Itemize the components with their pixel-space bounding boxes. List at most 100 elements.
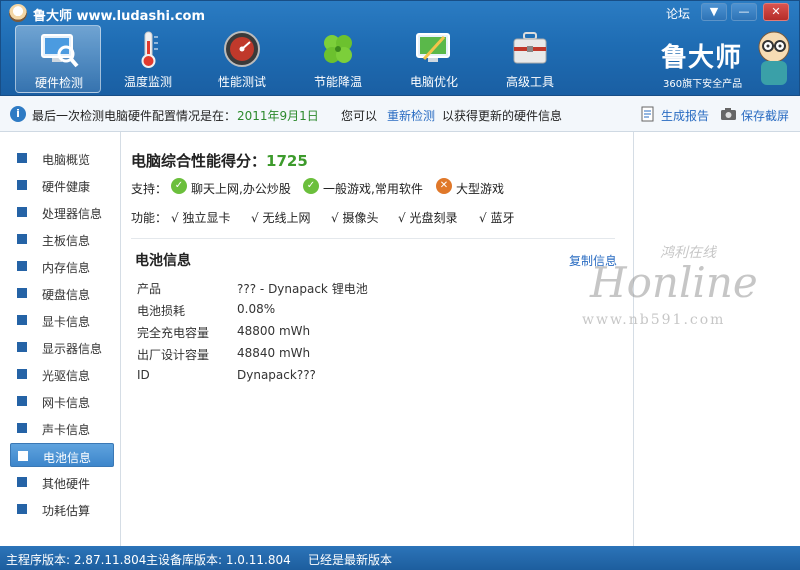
info-key: 产品 xyxy=(137,282,162,296)
check-icon: ✓ xyxy=(171,178,187,194)
right-panel xyxy=(633,132,800,546)
tool-label: 电脑优化 xyxy=(409,75,458,89)
thermometer-icon xyxy=(141,31,158,68)
bullet-icon xyxy=(17,369,27,379)
tool-label: 节能降温 xyxy=(313,75,362,89)
sidebar-item-network[interactable]: 网卡信息 xyxy=(10,389,114,413)
speedometer-icon xyxy=(224,31,260,67)
info-suffix: 以获得更新的硬件信息 xyxy=(442,109,563,123)
sidebar-item-power-estimate[interactable]: 功耗估算 xyxy=(10,497,114,521)
performance-score-heading: 电脑综合性能得分：1725 xyxy=(131,150,308,171)
info-prefix: 最后一次检测电脑硬件配置情况是在： xyxy=(32,109,237,123)
bullet-icon xyxy=(17,396,27,406)
watermark-en: Honline xyxy=(590,258,758,307)
tool-label: 硬件检测 xyxy=(34,76,83,90)
mascot-icon xyxy=(758,31,790,85)
sidebar-item-graphics[interactable]: 显卡信息 xyxy=(10,308,114,332)
brand-area: 鲁大师 360旗下安全产品 xyxy=(653,27,799,95)
bullet-icon xyxy=(17,180,27,190)
bullet-icon xyxy=(17,477,27,487)
bullet-icon xyxy=(17,153,27,163)
info-key: 完全充电容量 xyxy=(137,326,210,340)
forum-link[interactable]: 论坛 xyxy=(666,5,690,22)
tool-label: 高级工具 xyxy=(505,75,554,89)
info-key: 电池损耗 xyxy=(137,304,186,318)
sidebar-item-processor[interactable]: 处理器信息 xyxy=(10,200,114,224)
close-button[interactable]: ✕ xyxy=(763,3,789,21)
brand-name: 鲁大师 xyxy=(661,43,743,73)
tool-performance-test[interactable]: 性能测试 xyxy=(199,25,285,93)
sidebar-item-label: 声卡信息 xyxy=(42,423,91,437)
tool-label: 温度监测 xyxy=(123,75,172,89)
info-value: 48840 mWh xyxy=(237,346,311,360)
minimize-button[interactable]: — xyxy=(731,3,757,21)
monitor-sweep-icon xyxy=(416,33,450,62)
latest-status: 已经是最新版本 xyxy=(308,553,393,567)
support-item: 大型游戏 xyxy=(456,182,505,196)
recheck-link[interactable]: 重新检测 xyxy=(387,107,435,124)
sidebar-item-label: 显示器信息 xyxy=(42,342,103,356)
generate-report-button[interactable]: 生成报告 xyxy=(661,107,709,124)
menu-dropdown-button[interactable]: ▼ xyxy=(701,3,727,21)
bullet-icon xyxy=(17,234,27,244)
bullet-icon xyxy=(17,315,27,325)
sidebar-item-sound[interactable]: 声卡信息 xyxy=(10,416,114,440)
status-bar: 主程序版本: 2.87.11.804 主设备库版本: 1.0.11.804 已经… xyxy=(0,546,800,570)
sidebar-item-label: 处理器信息 xyxy=(42,207,103,221)
feature-item: √ 独立显卡 xyxy=(171,211,231,225)
report-icon xyxy=(641,106,654,122)
title-bar: 鲁大师 www.ludashi.com 论坛 ▼ — ✕ xyxy=(1,1,800,25)
support-item: 聊天上网,办公炒股 xyxy=(191,182,291,196)
sidebar-item-battery[interactable]: 电池信息 xyxy=(10,443,114,467)
sidebar-item-display[interactable]: 显示器信息 xyxy=(10,335,114,359)
tool-label: 性能测试 xyxy=(217,75,266,89)
feature-item: √ 无线上网 xyxy=(251,211,311,225)
main-content: 电脑综合性能得分：1725 支持： ✓ 聊天上网,办公炒股 ✓ 一般游戏,常用软… xyxy=(121,132,633,546)
divider xyxy=(131,238,615,239)
save-screenshot-button[interactable]: 保存截屏 xyxy=(741,107,789,124)
app-logo-icon xyxy=(9,4,27,22)
sidebar-item-label: 硬件健康 xyxy=(42,180,91,194)
sidebar-item-label: 网卡信息 xyxy=(42,396,91,410)
sidebar-item-hardware-health[interactable]: 硬件健康 xyxy=(10,173,114,197)
sidebar-item-overview[interactable]: 电脑概览 xyxy=(10,146,114,170)
sidebar-item-other-hardware[interactable]: 其他硬件 xyxy=(10,470,114,494)
main-version: 主程序版本: 2.87.11.804 xyxy=(6,553,147,567)
feature-item: √ 摄像头 xyxy=(331,211,379,225)
sidebar-item-memory[interactable]: 内存信息 xyxy=(10,254,114,278)
tool-pc-optimize[interactable]: 电脑优化 xyxy=(391,25,477,93)
feature-item: √ 光盘刻录 xyxy=(398,211,458,225)
support-label: 支持： xyxy=(131,182,168,196)
sidebar-item-label: 其他硬件 xyxy=(42,477,91,491)
bullet-icon xyxy=(17,288,27,298)
sidebar-item-motherboard[interactable]: 主板信息 xyxy=(10,227,114,251)
tool-temperature[interactable]: 温度监测 xyxy=(105,25,191,93)
watermark-url: www.nb591.com xyxy=(582,312,726,328)
support-item: 一般游戏,常用软件 xyxy=(323,182,423,196)
sidebar-item-disk[interactable]: 硬盘信息 xyxy=(10,281,114,305)
info-mid: 您可以 xyxy=(341,109,378,123)
tool-power-saving[interactable]: 节能降温 xyxy=(295,25,381,93)
clover-icon xyxy=(324,35,352,63)
bullet-icon xyxy=(17,342,27,352)
main-toolbar: 硬件检测 温度监测 性能测试 节能降温 电脑优化 高级工具 xyxy=(1,25,631,95)
watermark: 鸿利在线 Honline www.nb591.com xyxy=(560,240,790,335)
feature-item: √ 蓝牙 xyxy=(479,211,515,225)
monitor-magnifier-icon xyxy=(41,34,79,68)
info-value: ??? - Dynapack 锂电池 xyxy=(237,282,368,296)
info-value: Dynapack??? xyxy=(237,368,316,382)
sidebar-item-label: 功耗估算 xyxy=(42,504,91,518)
score-label: 电脑综合性能得分： xyxy=(131,152,267,170)
tool-advanced-tools[interactable]: 高级工具 xyxy=(487,25,573,93)
sidebar-item-label: 硬盘信息 xyxy=(42,288,91,302)
sidebar-item-optical-drive[interactable]: 光驱信息 xyxy=(10,362,114,386)
bullet-icon xyxy=(17,504,27,514)
sidebar-item-label: 电池信息 xyxy=(43,451,92,465)
brand-subtitle: 360旗下安全产品 xyxy=(663,79,743,90)
sidebar-item-label: 主板信息 xyxy=(42,234,91,248)
bullet-icon xyxy=(17,207,27,217)
last-detect-date: 2011年9月1日 xyxy=(237,109,319,123)
section-title: 电池信息 xyxy=(135,253,191,269)
tool-hardware-detect[interactable]: 硬件检测 xyxy=(15,25,101,93)
app-title: 鲁大师 www.ludashi.com xyxy=(33,9,206,24)
